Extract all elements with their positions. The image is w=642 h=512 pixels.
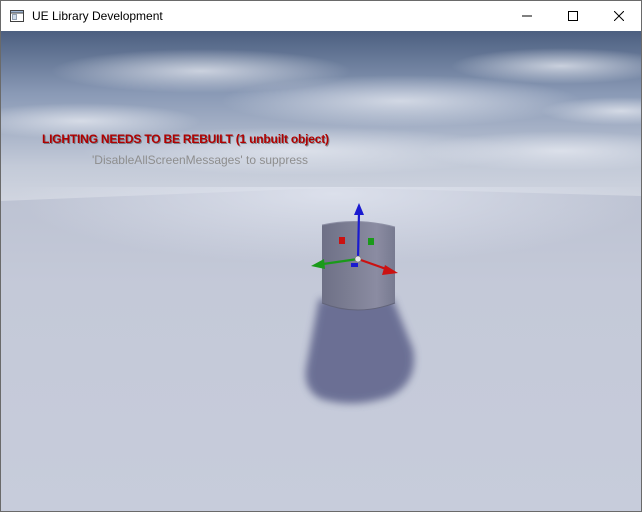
app-window-icon [10,10,24,22]
gizmo-yz-plane-handle[interactable] [368,238,374,245]
minimize-button[interactable] [504,1,550,31]
gizmo-xy-plane-handle[interactable] [351,263,358,267]
title-bar[interactable]: UE Library Development [1,1,641,31]
gizmo-y-axis[interactable] [311,257,359,269]
gizmo-x-axis[interactable] [357,257,398,275]
close-icon [614,11,624,21]
gizmo-xz-plane-handle[interactable] [339,237,345,244]
app-window: UE Library Development LIGHTING NEEDS TO… [0,0,642,512]
minimize-icon [522,15,532,17]
lighting-warning-message: LIGHTING NEEDS TO BE REBUILT (1 unbuilt … [42,132,329,146]
game-viewport[interactable]: LIGHTING NEEDS TO BE REBUILT (1 unbuilt … [1,31,641,511]
close-button[interactable] [596,1,641,31]
window-title: UE Library Development [32,9,163,23]
maximize-button[interactable] [550,1,596,31]
gizmo-center[interactable] [354,255,362,263]
transform-gizmo[interactable] [1,31,641,511]
maximize-icon [568,11,578,21]
suppress-hint-message: 'DisableAllScreenMessages' to suppress [92,153,309,167]
gizmo-z-axis[interactable] [354,203,364,260]
